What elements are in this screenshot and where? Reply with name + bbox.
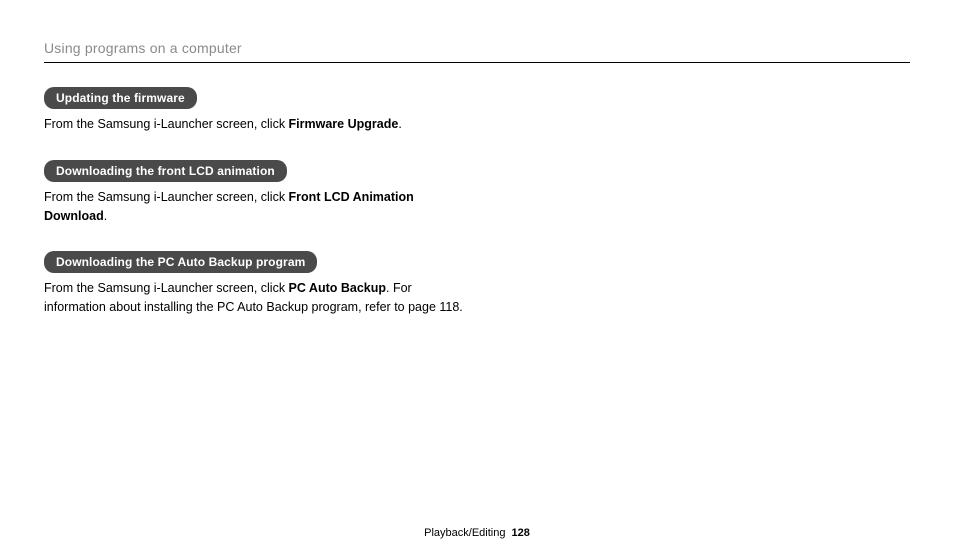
body-post: .: [104, 209, 107, 223]
body-bold: Firmware Upgrade: [289, 117, 399, 131]
page-header-title: Using programs on a computer: [44, 40, 910, 62]
body-post: .: [398, 117, 401, 131]
body-bold: PC Auto Backup: [289, 281, 386, 295]
section-body: From the Samsung i-Launcher screen, clic…: [44, 188, 474, 226]
section-body: From the Samsung i-Launcher screen, clic…: [44, 279, 474, 317]
footer-page-number: 128: [511, 527, 529, 539]
pill-heading: Updating the firmware: [44, 87, 197, 109]
footer-section-label: Playback/Editing: [424, 527, 505, 539]
section-front-lcd-animation: Downloading the front LCD animation From…: [44, 160, 910, 226]
section-updating-firmware: Updating the firmware From the Samsung i…: [44, 87, 910, 134]
page-footer: Playback/Editing 128: [0, 527, 954, 539]
header-rule: [44, 62, 910, 63]
section-pc-auto-backup: Downloading the PC Auto Backup program F…: [44, 251, 910, 317]
pill-heading: Downloading the front LCD animation: [44, 160, 287, 182]
body-pre: From the Samsung i-Launcher screen, clic…: [44, 117, 289, 131]
body-pre: From the Samsung i-Launcher screen, clic…: [44, 281, 289, 295]
document-page: Using programs on a computer Updating th…: [0, 0, 954, 557]
section-body: From the Samsung i-Launcher screen, clic…: [44, 115, 474, 134]
body-pre: From the Samsung i-Launcher screen, clic…: [44, 190, 289, 204]
pill-heading: Downloading the PC Auto Backup program: [44, 251, 317, 273]
